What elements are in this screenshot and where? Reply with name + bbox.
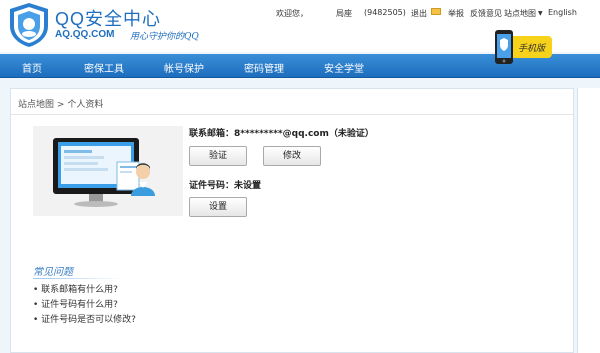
email-value: 8*********@qq.com（未验证） <box>234 129 374 139</box>
profile-illustration <box>33 126 183 216</box>
english-link[interactable]: English <box>548 8 577 17</box>
faq-item-label: 联系邮箱有什么用? <box>41 285 118 295</box>
faq-title: 常见问题 <box>33 267 73 278</box>
faq-item-label: 证件号码是否可以修改? <box>41 315 136 325</box>
qq-number: (9482505) <box>364 8 406 17</box>
right-sidebar-edge <box>577 88 600 353</box>
faq-item[interactable]: • 联系邮箱有什么用? <box>33 282 118 295</box>
modify-email-button[interactable]: 修改 <box>263 146 321 166</box>
content-panel: 站点地图 > 个人资料 联系邮箱：8*********@qq.com（未验证） <box>10 88 574 353</box>
bullet-icon: • <box>33 285 42 295</box>
mobile-promo-label: 手机版 <box>518 44 546 54</box>
faq-item[interactable]: • 证件号码是否可以修改? <box>33 312 136 325</box>
setup-id-button[interactable]: 设置 <box>189 197 247 217</box>
breadcrumb-separator: > <box>56 100 65 110</box>
welcome-text: 欢迎您， <box>276 9 308 18</box>
divider <box>11 114 573 115</box>
computer-user-illustration-icon <box>53 138 155 207</box>
nav-home[interactable]: 首页 <box>22 60 42 75</box>
qq-shield-logo-icon[interactable] <box>8 2 50 48</box>
sitemap-link[interactable]: 站点地图 <box>504 8 536 19</box>
id-label: 证件号码： <box>189 181 235 191</box>
id-value: 未设置 <box>234 181 262 191</box>
bullet-icon: • <box>33 315 42 325</box>
email-label: 联系邮箱： <box>189 129 235 139</box>
mail-icon[interactable] <box>431 8 441 15</box>
verify-email-button[interactable]: 验证 <box>189 146 247 166</box>
email-row: 联系邮箱：8*********@qq.com（未验证） <box>189 126 374 139</box>
chevron-down-icon[interactable]: ▼ <box>538 10 543 17</box>
faq-item[interactable]: • 证件号码有什么用? <box>33 297 118 310</box>
faq-item-label: 证件号码有什么用? <box>41 300 118 310</box>
logo-title[interactable]: QQ安全中心 <box>55 5 161 31</box>
nav-account-protection[interactable]: 帐号保护 <box>164 60 204 75</box>
id-row: 证件号码：未设置 <box>189 178 261 191</box>
nav-password-management[interactable]: 密码管理 <box>244 60 284 75</box>
mobile-version-promo[interactable]: 手机版 <box>490 30 560 72</box>
feedback-link[interactable]: 反馈意见 <box>470 8 502 19</box>
logo-slogan: 用心守护你的QQ <box>130 32 199 42</box>
faq-underline <box>33 278 123 279</box>
logout-link[interactable]: 退出 <box>411 8 427 19</box>
breadcrumb-root[interactable]: 站点地图 <box>18 100 54 110</box>
logo-domain: AQ.QQ.COM <box>55 29 115 40</box>
nav-security-school[interactable]: 安全学堂 <box>324 60 364 75</box>
nickname: 局座 <box>336 9 352 18</box>
bullet-icon: • <box>33 300 42 310</box>
breadcrumb-current: 个人资料 <box>67 100 104 110</box>
nav-security-tools[interactable]: 密保工具 <box>84 60 124 75</box>
breadcrumb: 站点地图 > 个人资料 <box>18 97 103 110</box>
report-link[interactable]: 举报 <box>448 8 464 19</box>
